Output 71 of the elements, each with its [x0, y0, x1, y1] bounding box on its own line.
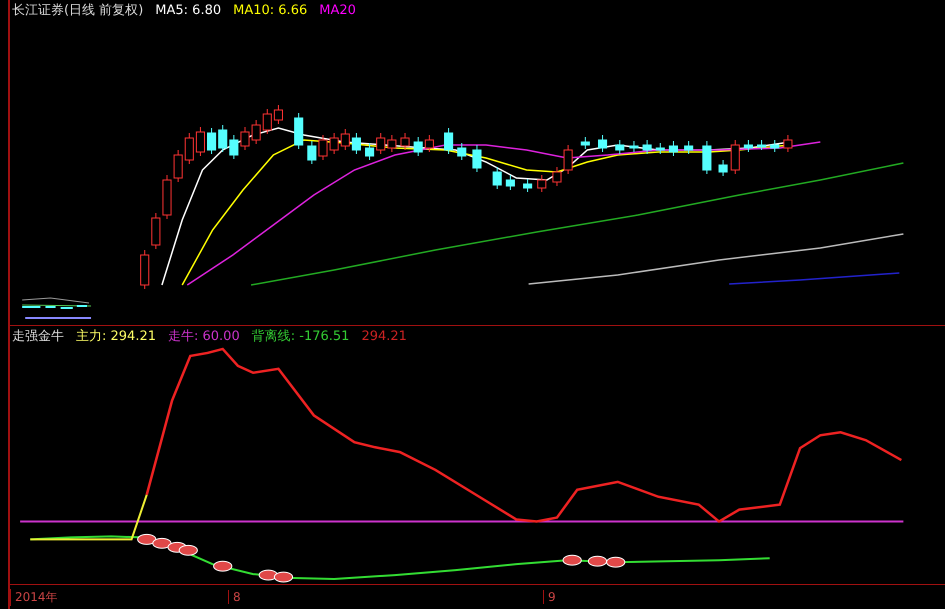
candlestick [629, 141, 638, 152]
time-axis-label: 8 [228, 590, 543, 604]
candlestick [523, 179, 532, 192]
candlestick [702, 141, 712, 174]
candlestick [174, 150, 183, 182]
candlestick [365, 143, 374, 160]
candlestick [684, 141, 694, 154]
signal-marker [274, 572, 294, 583]
candlestick [352, 133, 361, 154]
candlestick [218, 125, 228, 152]
candlestick [207, 128, 216, 154]
candlestick [376, 133, 386, 154]
moving-average-label: MA20 [319, 2, 356, 18]
signal-marker [588, 556, 608, 567]
mini-chart-drawing [21, 298, 92, 319]
indicator-value: 294.21 [361, 328, 407, 344]
candlestick [564, 145, 573, 174]
candlestick [770, 140, 780, 152]
candlestick [400, 133, 410, 150]
candlestick [444, 128, 454, 154]
signal-marker [258, 570, 278, 581]
candlestick [598, 135, 608, 152]
indicator-name: 走强金牛 [12, 328, 64, 345]
candlestick [340, 129, 350, 150]
candlestick [783, 135, 792, 152]
moving-average-label: MA5: 6.80 [155, 2, 222, 18]
candlestick [642, 140, 652, 154]
candlestick [307, 141, 316, 164]
candlestick [162, 175, 172, 219]
candlestick [744, 140, 753, 152]
candlestick [414, 137, 423, 156]
candlestick [294, 113, 304, 149]
signal-marker [137, 534, 156, 545]
candlestick [262, 109, 272, 134]
candlestick [274, 105, 283, 124]
candlestick [552, 167, 562, 186]
candlestick [537, 175, 546, 192]
candlestick [492, 167, 502, 189]
candlestick [668, 141, 678, 156]
candlestick [330, 133, 339, 154]
candlestick [387, 135, 396, 152]
candlestick [718, 160, 728, 176]
signal-marker [178, 544, 198, 556]
stock-title: 长江证券(日线 前复权) [12, 2, 144, 19]
candlestick [472, 145, 482, 172]
candlestick [240, 127, 250, 150]
candlestick [196, 127, 205, 156]
indicator-value: 走牛: 60.00 [168, 328, 240, 345]
signal-marker [562, 554, 582, 566]
moving-average-label: MA10: 6.66 [233, 2, 308, 18]
time-axis-label: 2014年 [10, 588, 228, 606]
candlestick [424, 135, 434, 152]
candlestick [580, 137, 590, 149]
candlestick [184, 133, 194, 164]
indicator-value: 背离线: -176.51 [252, 328, 350, 345]
candlestick [151, 213, 160, 249]
candlestick [506, 175, 515, 190]
signal-marker [213, 560, 232, 572]
time-axis-label: 9 [543, 590, 556, 604]
signal-marker [606, 556, 626, 568]
candlestick [615, 140, 624, 154]
candlestick [457, 143, 466, 160]
signal-marker [152, 538, 172, 549]
candlestick [656, 143, 665, 154]
candlestick [757, 140, 766, 150]
candlestick [140, 250, 150, 289]
candlestick [730, 140, 740, 174]
candlestick [252, 120, 261, 144]
indicator-value: 主力: 294.21 [76, 328, 156, 345]
candlestick [229, 135, 238, 159]
candlestick [318, 135, 328, 160]
